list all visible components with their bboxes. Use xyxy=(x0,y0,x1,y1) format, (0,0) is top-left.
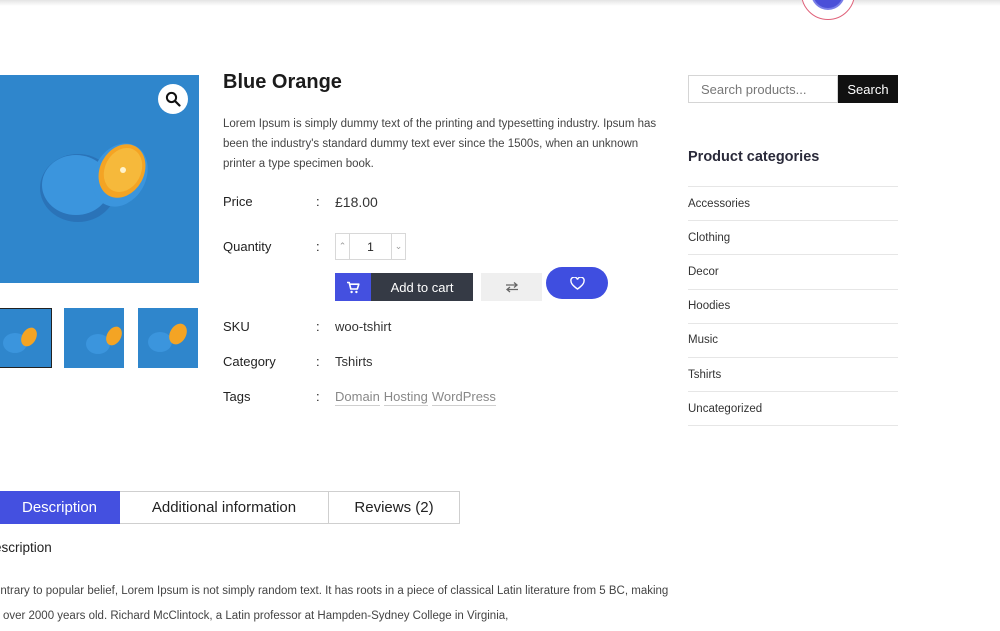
thumbnail-3[interactable] xyxy=(138,308,198,368)
product-tabs: Description Additional information Revie… xyxy=(0,491,460,524)
tab-additional-information[interactable]: Additional information xyxy=(120,491,329,524)
category-item-music[interactable]: Music xyxy=(688,324,898,358)
zoom-button[interactable] xyxy=(158,84,188,114)
add-to-cart-label: Add to cart xyxy=(390,279,454,295)
site-logo-badge[interactable] xyxy=(801,0,855,20)
tags-list: Domain Hosting WordPress xyxy=(335,389,496,406)
cart-icon xyxy=(335,273,371,301)
price-label: Price xyxy=(223,194,253,209)
category-item-hoodies[interactable]: Hoodies xyxy=(688,290,898,324)
thumbnail-image xyxy=(64,308,124,368)
thumbnail-2[interactable] xyxy=(64,308,124,368)
search-products-input[interactable] xyxy=(688,75,838,103)
sku-separator: : xyxy=(316,319,320,334)
quantity-separator: : xyxy=(316,239,320,254)
quantity-increase-button[interactable]: ⌄ xyxy=(391,234,405,259)
category-item-decor[interactable]: Decor xyxy=(688,255,898,290)
quantity-decrease-button[interactable]: ⌃ xyxy=(336,234,350,259)
thumbnail-image xyxy=(138,308,198,368)
thumbnail-1[interactable] xyxy=(0,308,52,368)
category-item-accessories[interactable]: Accessories xyxy=(688,187,898,222)
quantity-input[interactable]: 1 xyxy=(350,234,391,259)
heart-icon xyxy=(569,276,585,290)
product-categories-heading: Product categories xyxy=(688,149,820,165)
compare-arrows-icon xyxy=(505,282,518,293)
product-price: £18.00 xyxy=(335,194,378,210)
product-categories-list: Accessories Clothing Decor Hoodies Music… xyxy=(688,186,898,427)
search-button[interactable]: Search xyxy=(838,75,898,103)
thumbnail-image xyxy=(0,309,51,367)
sku-label: SKU xyxy=(223,319,250,334)
quantity-stepper: ⌃ 1 ⌄ xyxy=(335,233,406,260)
search-icon xyxy=(165,91,181,107)
tag-link-wordpress[interactable]: WordPress xyxy=(431,389,496,406)
category-separator: : xyxy=(316,354,320,369)
product-main-image[interactable] xyxy=(0,75,199,283)
tag-link-hosting[interactable]: Hosting xyxy=(383,389,428,406)
tags-separator: : xyxy=(316,389,320,404)
product-short-description: Lorem Ipsum is simply dummy text of the … xyxy=(223,118,657,170)
logo-icon xyxy=(811,0,845,10)
add-to-cart-button[interactable]: Add to cart xyxy=(335,273,473,301)
category-label: Category xyxy=(223,354,276,369)
tab-description[interactable]: Description xyxy=(0,491,120,524)
wishlist-button[interactable] xyxy=(546,267,608,299)
compare-button[interactable] xyxy=(481,273,542,301)
quantity-label: Quantity xyxy=(223,239,272,254)
category-item-tshirts[interactable]: Tshirts xyxy=(688,358,898,393)
category-item-clothing[interactable]: Clothing xyxy=(688,221,898,256)
tab-reviews[interactable]: Reviews (2) xyxy=(329,491,460,524)
tags-label: Tags xyxy=(223,389,251,404)
description-body: ontrary to popular belief, Lorem Ipsum i… xyxy=(0,585,669,622)
category-link[interactable]: Tshirts xyxy=(335,354,373,369)
description-heading: escription xyxy=(0,540,52,555)
price-separator: : xyxy=(316,194,320,209)
tag-link-domain[interactable]: Domain xyxy=(335,389,380,406)
sku-value: woo-tshirt xyxy=(335,319,392,334)
product-title: Blue Orange xyxy=(223,71,342,93)
category-item-uncategorized[interactable]: Uncategorized xyxy=(688,392,898,427)
